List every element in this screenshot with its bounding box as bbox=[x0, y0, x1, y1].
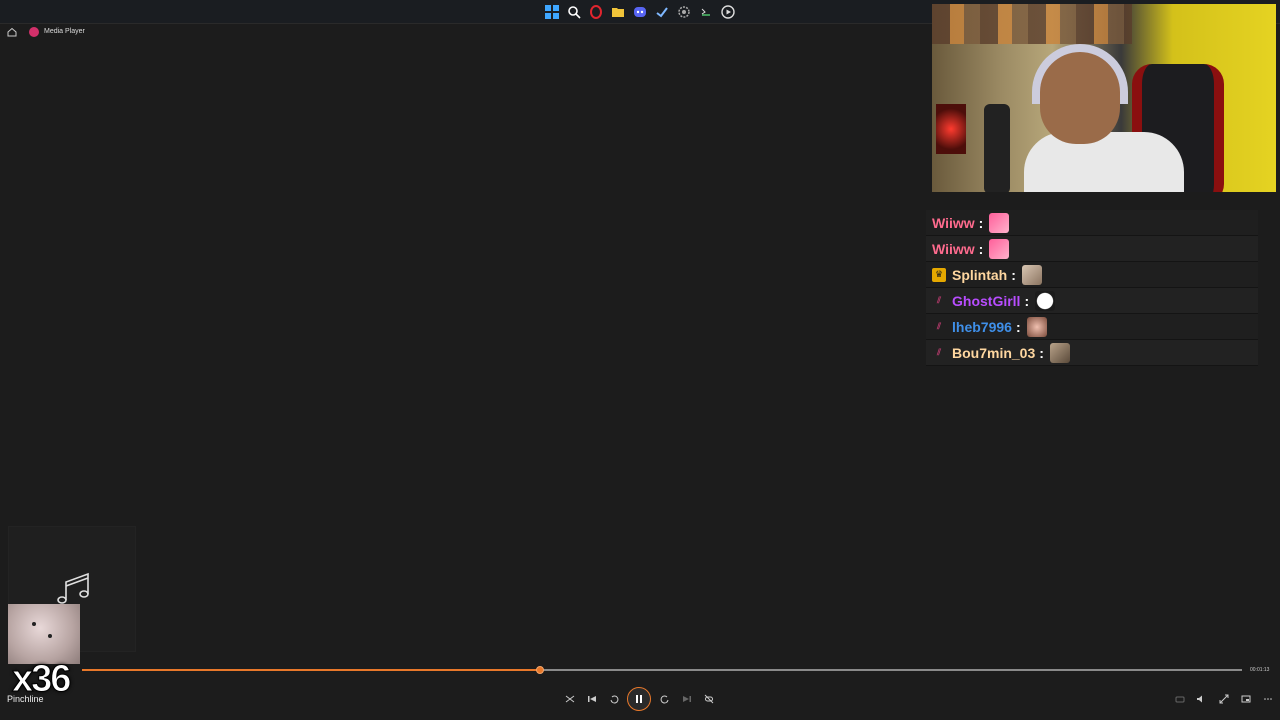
more-icon bbox=[1264, 698, 1272, 700]
ghost-emote-icon bbox=[1035, 290, 1056, 311]
pause-icon bbox=[636, 695, 642, 703]
chat-username[interactable]: Bou7min_03 bbox=[952, 345, 1035, 361]
settings-icon[interactable] bbox=[674, 2, 694, 22]
taskbar-icons bbox=[542, 2, 738, 22]
next-button[interactable] bbox=[679, 691, 695, 707]
previous-button[interactable] bbox=[584, 691, 600, 707]
chat-separator: : bbox=[978, 240, 984, 257]
chat-username[interactable]: lheb7996 bbox=[952, 319, 1012, 335]
chat-username[interactable]: Wiiww bbox=[932, 241, 975, 257]
thumbs-emote-icon bbox=[1026, 316, 1047, 337]
app-header: Media Player bbox=[0, 24, 920, 42]
miniplayer-button[interactable] bbox=[1238, 691, 1254, 707]
rewind-icon bbox=[610, 695, 619, 704]
miniplayer-icon bbox=[1241, 695, 1251, 703]
more-options-button[interactable] bbox=[1260, 691, 1276, 707]
chat-message: ♛ Splintah: bbox=[926, 262, 1258, 288]
slash-badge-icon: ⫽ bbox=[936, 295, 941, 305]
seek-bar-thumb[interactable] bbox=[536, 666, 545, 674]
pause-button[interactable] bbox=[627, 687, 651, 711]
chat-separator: : bbox=[1011, 266, 1016, 283]
chat-overlay: Wiiww: Wiiww: ♛ Splintah: ⫽ GhostGirll: ⫽ lheb7… bbox=[926, 210, 1258, 366]
repeat-off-icon bbox=[704, 694, 714, 704]
chat-separator: : bbox=[1024, 292, 1030, 309]
captions-icon bbox=[1175, 696, 1185, 703]
chat-username[interactable]: GhostGirll bbox=[952, 293, 1020, 309]
captions-button[interactable] bbox=[1172, 691, 1188, 707]
chat-message: ⫽ lheb7996: bbox=[926, 314, 1258, 340]
media-player-app-icon bbox=[29, 27, 39, 37]
forward-icon bbox=[660, 695, 669, 704]
pink-emote-icon bbox=[989, 238, 1010, 259]
seek-bar[interactable] bbox=[82, 666, 1242, 674]
time-remaining: 00:01:13 bbox=[1250, 667, 1270, 673]
media-player-icon[interactable] bbox=[718, 2, 738, 22]
chat-message: Wiiww: bbox=[926, 236, 1258, 262]
face-emote-icon bbox=[1049, 342, 1070, 363]
app-title: Media Player bbox=[44, 28, 85, 35]
home-icon[interactable] bbox=[6, 26, 18, 38]
hamster-overlay-image bbox=[8, 604, 80, 664]
shuffle-icon bbox=[565, 695, 575, 703]
search-icon[interactable] bbox=[564, 2, 584, 22]
chat-separator: : bbox=[1039, 344, 1044, 361]
windows-icon[interactable] bbox=[542, 2, 562, 22]
pink-emote-icon bbox=[989, 212, 1010, 233]
slash-badge-icon: ⫽ bbox=[936, 347, 941, 357]
slash-badge-icon: ⫽ bbox=[936, 321, 941, 331]
track-title: Pinchline bbox=[7, 694, 44, 704]
chat-message: ⫽ GhostGirll: bbox=[926, 288, 1258, 314]
shuffle-button[interactable] bbox=[562, 691, 578, 707]
next-icon bbox=[683, 696, 691, 702]
chat-username[interactable]: Splintah bbox=[952, 267, 1007, 283]
chat-message: ⫽ Bou7min_03: bbox=[926, 340, 1258, 366]
opera-icon[interactable] bbox=[586, 2, 606, 22]
discord-icon[interactable] bbox=[630, 2, 650, 22]
volume-icon bbox=[1197, 695, 1202, 703]
terminal-icon[interactable] bbox=[696, 2, 716, 22]
expand-icon bbox=[1219, 694, 1229, 704]
fullscreen-button[interactable] bbox=[1216, 691, 1232, 707]
rewind-button[interactable] bbox=[606, 691, 622, 707]
chat-separator: : bbox=[1015, 318, 1021, 335]
chat-username[interactable]: Wiiww bbox=[932, 215, 975, 231]
crown-badge-icon: ♛ bbox=[932, 267, 946, 282]
previous-icon bbox=[588, 696, 596, 702]
folder-icon[interactable] bbox=[608, 2, 628, 22]
forward-button[interactable] bbox=[657, 691, 673, 707]
repeat-button[interactable] bbox=[701, 691, 717, 707]
volume-button[interactable] bbox=[1193, 691, 1209, 707]
seek-bar-fill bbox=[82, 669, 541, 671]
chat-message: Wiiww: bbox=[926, 210, 1258, 236]
webcam-feed bbox=[932, 4, 1276, 198]
steam-icon[interactable] bbox=[652, 2, 672, 22]
dog-emote-icon bbox=[1021, 264, 1042, 285]
chat-separator: : bbox=[978, 214, 984, 231]
